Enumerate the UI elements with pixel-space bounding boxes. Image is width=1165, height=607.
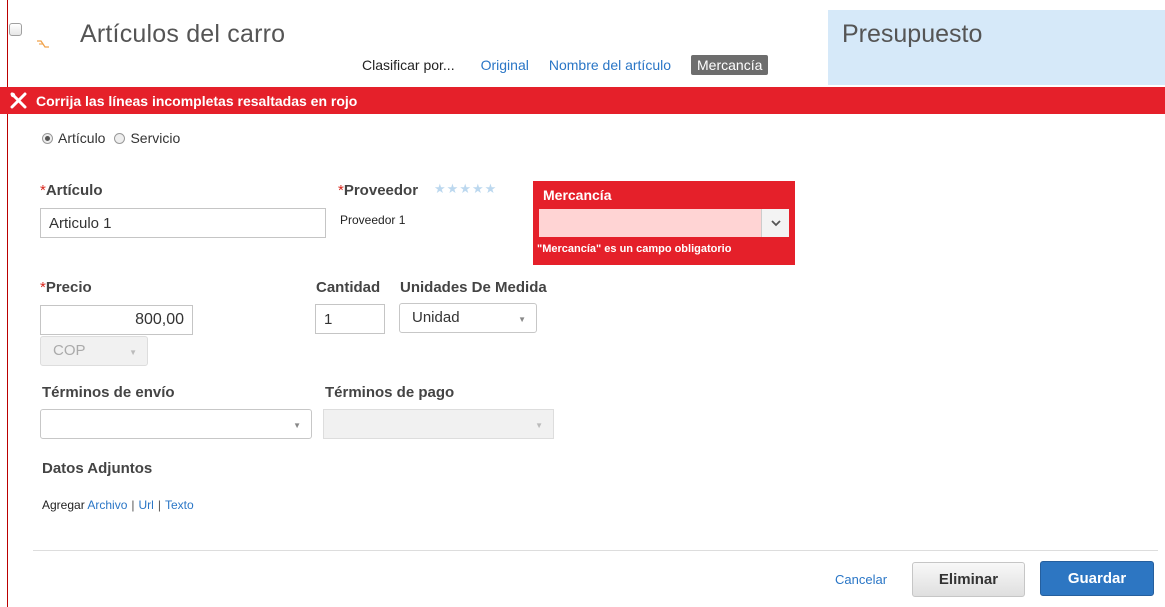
commodity-error-box: Mercancía "Mercancía" es un campo obliga… xyxy=(533,181,795,265)
star-icon: ★ xyxy=(459,181,471,196)
shipping-terms-select[interactable]: ▼ xyxy=(40,409,312,439)
item-name-input[interactable] xyxy=(40,208,326,238)
sort-bar: Clasificar por... Original Nombre del ar… xyxy=(362,54,769,76)
star-icon: ★ xyxy=(471,181,484,196)
sort-commodity-active[interactable]: Mercancía xyxy=(691,55,769,75)
service-radio[interactable] xyxy=(114,132,126,144)
attach-text-link[interactable]: Texto xyxy=(165,498,194,512)
attach-url-link[interactable]: Url xyxy=(139,498,154,512)
budget-title: Presupuesto xyxy=(842,20,983,48)
item-radio-label: Artículo xyxy=(58,130,106,146)
cart-header: Artículos del carro Clasificar por... Or… xyxy=(0,10,1165,85)
item-radio[interactable] xyxy=(42,132,53,144)
quantity-label: Cantidad xyxy=(316,279,381,296)
cart-items-page: Artículos del carro Clasificar por... Or… xyxy=(0,0,1165,607)
commodity-label: Mercancía xyxy=(543,187,612,203)
cancel-link[interactable]: Cancelar xyxy=(835,572,887,587)
error-banner: Corrija las líneas incompletas resaltada… xyxy=(0,87,1165,114)
sort-original-link[interactable]: Original xyxy=(481,57,529,73)
save-button[interactable]: Guardar xyxy=(1040,561,1154,596)
service-radio-label: Servicio xyxy=(130,130,181,146)
attachments-label: Datos Adjuntos xyxy=(42,460,153,477)
uom-label: Unidades De Medida xyxy=(400,279,547,296)
attach-prefix: Agregar xyxy=(42,498,85,512)
attach-separator: | xyxy=(131,498,135,512)
supplier-name[interactable]: Proveedor 1 xyxy=(340,213,405,227)
chevron-down-icon[interactable] xyxy=(761,209,789,237)
footer-divider xyxy=(33,550,1158,551)
page-title: Artículos del carro xyxy=(80,20,286,48)
dropdown-caret-icon: ▼ xyxy=(293,421,301,430)
price-input[interactable] xyxy=(40,305,193,335)
dropdown-caret-icon: ▼ xyxy=(535,421,543,430)
uom-value: Unidad xyxy=(412,309,460,326)
item-label: *Artículo xyxy=(40,182,103,199)
quantity-input[interactable] xyxy=(315,304,385,334)
supplier-rating: ★ ★ ★ ★ ★ xyxy=(434,182,496,196)
payment-terms-label: Términos de pago xyxy=(325,384,455,401)
price-label: *Precio xyxy=(40,279,92,296)
star-icon: ★ xyxy=(484,181,497,196)
dropdown-caret-icon: ▼ xyxy=(129,348,137,357)
line-type-radio-group: Artículo Servicio xyxy=(42,130,189,146)
sort-item-name-link[interactable]: Nombre del artículo xyxy=(549,57,671,73)
supplier-label: *Proveedor xyxy=(338,182,419,199)
star-icon: ★ xyxy=(434,181,446,196)
star-icon: ★ xyxy=(446,181,459,196)
commodity-error-message: "Mercancía" es un campo obligatorio xyxy=(537,243,732,255)
currency-select[interactable]: COP ▼ xyxy=(40,336,148,366)
commodity-select[interactable] xyxy=(538,208,790,238)
attachments-add-row: Agregar Archivo | Url | Texto xyxy=(42,498,194,512)
error-message: Corrija las líneas incompletas resaltada… xyxy=(36,92,358,109)
select-all-checkbox[interactable] xyxy=(9,23,22,36)
attach-separator: | xyxy=(157,498,161,512)
delete-button[interactable]: Eliminar xyxy=(912,562,1025,597)
uom-select[interactable]: Unidad ▼ xyxy=(399,303,537,333)
tools-error-icon xyxy=(5,87,32,114)
dropdown-caret-icon: ▼ xyxy=(518,315,526,324)
cart-item-icon xyxy=(37,40,49,48)
sort-label: Clasificar por... xyxy=(362,57,455,73)
payment-terms-select[interactable]: ▼ xyxy=(323,409,554,439)
attach-file-link[interactable]: Archivo xyxy=(87,498,127,512)
budget-panel: Presupuesto xyxy=(828,10,1165,85)
shipping-terms-label: Términos de envío xyxy=(42,384,175,401)
currency-value: COP xyxy=(53,342,86,359)
